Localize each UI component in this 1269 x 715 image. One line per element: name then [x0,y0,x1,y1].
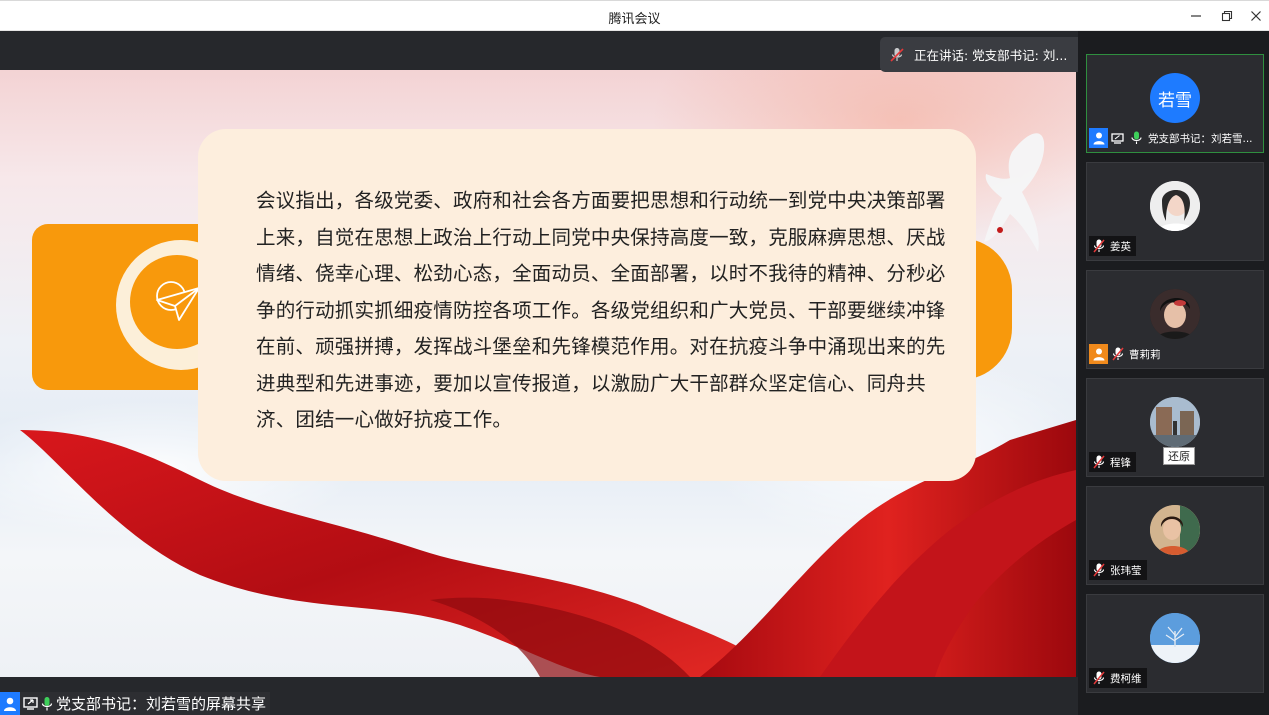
window-title: 腾讯会议 [608,12,661,27]
avatar [1150,289,1200,339]
participant-name: 程锋 [1110,456,1131,469]
avatar [1150,505,1200,555]
participant-name-bar: 曹莉莉 [1089,344,1166,364]
slide-paragraph: 会议指出，各级党委、政府和社会各方面要把思想和行动统一到党中央决策部署上来，自觉… [256,189,946,431]
mic-muted-icon [1089,236,1108,256]
mic-icon [1127,128,1146,148]
avatar [1150,397,1200,447]
screen-share-text: 党支部书记：刘若雪的屏幕共享 [56,695,267,713]
screen-share-label: 党支部书记：刘若雪的屏幕共享 [0,692,271,715]
minimize-icon[interactable] [1183,5,1209,27]
restore-window-icon[interactable] [1214,5,1240,27]
participant-name-bar: 张玮莹 [1089,560,1147,580]
user-icon [1089,128,1108,148]
speaking-text: 正在讲话: 党支部书记: 刘... [914,48,1068,63]
mic-muted-icon [1089,668,1108,688]
participant-name-bar: 费柯维 [1089,668,1147,688]
participant-tile[interactable]: 若雪 党支部书记：刘若雪... [1086,54,1264,153]
participant-tile[interactable]: 张玮莹 [1086,486,1264,585]
user-icon [1089,344,1108,364]
restore-tooltip: 还原 [1163,447,1195,465]
mic-muted-icon [1089,452,1108,472]
user-icon [0,692,20,715]
participant-name: 费柯维 [1110,672,1142,685]
avatar [1150,613,1200,663]
avatar [1150,181,1200,231]
shared-screen: 会议指出，各级党委、政府和社会各方面要把思想和行动统一到党中央决策部署上来，自觉… [0,70,1076,677]
mic-muted-icon [1108,344,1127,364]
participant-tile[interactable]: 费柯维 [1086,594,1264,693]
participant-tile[interactable]: 姜英 [1086,162,1264,261]
screen-share-icon [1108,128,1127,148]
dove-image [984,133,1045,252]
participant-name-bar: 党支部书记：刘若雪... [1089,128,1258,148]
participant-name: 姜英 [1110,240,1131,253]
participant-name: 张玮莹 [1110,564,1142,577]
mic-muted-icon [880,47,914,63]
participant-name-bar: 姜英 [1089,236,1136,256]
participant-name: 党支部书记：刘若雪... [1148,132,1253,145]
screen-share-icon [20,692,40,715]
participant-tile[interactable]: 曹莉莉 [1086,270,1264,369]
avatar: 若雪 [1150,73,1200,123]
participant-name: 曹莉莉 [1129,348,1161,361]
mic-icon [40,692,54,715]
mic-muted-icon [1089,560,1108,580]
participant-name-bar: 程锋 [1089,452,1136,472]
close-icon[interactable] [1243,5,1269,27]
title-bar: 腾讯会议 [0,0,1269,31]
text-card: 会议指出，各级党委、政府和社会各方面要把思想和行动统一到党中央决策部署上来，自觉… [198,129,976,481]
